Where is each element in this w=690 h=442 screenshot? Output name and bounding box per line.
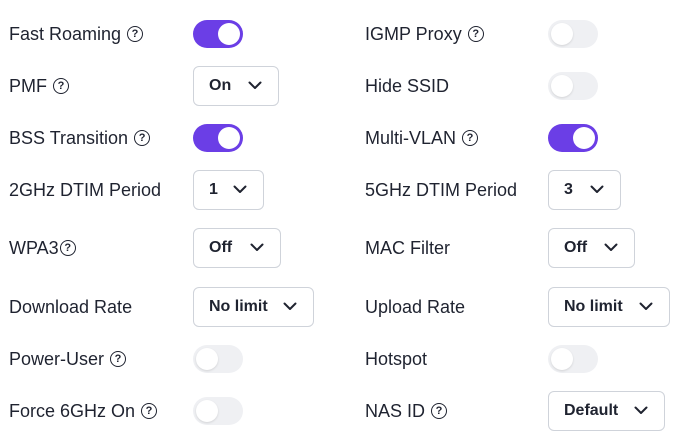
wpa3-label: WPA3 ? bbox=[9, 237, 76, 259]
nas-id-label: NAS ID ? bbox=[365, 400, 448, 422]
bss-transition-label: BSS Transition ? bbox=[9, 127, 151, 149]
power-user-label: Power-User ? bbox=[9, 348, 127, 370]
help-icon[interactable]: ? bbox=[467, 26, 484, 42]
multi-vlan-label: Multi-VLAN ? bbox=[365, 127, 479, 149]
help-icon[interactable]: ? bbox=[134, 130, 151, 146]
multi-vlan-toggle[interactable] bbox=[548, 124, 598, 152]
nas-id-select[interactable]: Default bbox=[548, 391, 665, 431]
upload-rate-select[interactable]: No limit bbox=[548, 287, 670, 327]
dtim-5ghz-label: 5GHz DTIM Period bbox=[365, 180, 518, 200]
chevron-down-icon bbox=[604, 243, 618, 251]
help-icon[interactable]: ? bbox=[53, 78, 69, 94]
help-icon[interactable]: ? bbox=[462, 130, 479, 146]
dtim-2ghz-select[interactable]: 1 bbox=[193, 170, 264, 210]
download-rate-select[interactable]: No limit bbox=[193, 287, 314, 327]
hotspot-label: Hotspot bbox=[365, 349, 428, 369]
chevron-down-icon bbox=[248, 81, 262, 89]
mac-filter-select[interactable]: Off bbox=[548, 228, 635, 268]
mac-filter-label: MAC Filter bbox=[365, 238, 450, 258]
hotspot-toggle[interactable] bbox=[548, 345, 598, 373]
chevron-down-icon bbox=[639, 302, 653, 310]
dtim-5ghz-select[interactable]: 3 bbox=[548, 170, 621, 210]
help-icon[interactable]: ? bbox=[141, 403, 158, 419]
fast-roaming-label: Fast Roaming ? bbox=[9, 23, 144, 45]
pmf-select[interactable]: On bbox=[193, 66, 279, 106]
help-icon[interactable]: ? bbox=[431, 403, 448, 419]
force-6ghz-toggle[interactable] bbox=[193, 397, 243, 425]
chevron-down-icon bbox=[283, 302, 297, 310]
igmp-proxy-toggle[interactable] bbox=[548, 20, 598, 48]
bss-transition-toggle[interactable] bbox=[193, 124, 243, 152]
hide-ssid-toggle[interactable] bbox=[548, 72, 598, 100]
pmf-label: PMF ? bbox=[9, 75, 69, 97]
help-icon[interactable]: ? bbox=[110, 351, 127, 367]
hide-ssid-label: Hide SSID bbox=[365, 76, 450, 96]
download-rate-label: Download Rate bbox=[9, 297, 133, 317]
chevron-down-icon bbox=[233, 185, 247, 193]
chevron-down-icon bbox=[250, 243, 264, 251]
upload-rate-label: Upload Rate bbox=[365, 297, 466, 317]
wpa3-select[interactable]: Off bbox=[193, 228, 281, 268]
force-6ghz-label: Force 6GHz On ? bbox=[9, 400, 158, 422]
fast-roaming-toggle[interactable] bbox=[193, 20, 243, 48]
chevron-down-icon bbox=[590, 185, 604, 193]
igmp-proxy-label: IGMP Proxy ? bbox=[365, 23, 484, 45]
power-user-toggle[interactable] bbox=[193, 345, 243, 373]
dtim-2ghz-label: 2GHz DTIM Period bbox=[9, 180, 162, 200]
help-icon[interactable]: ? bbox=[59, 240, 76, 256]
chevron-down-icon bbox=[634, 406, 648, 414]
help-icon[interactable]: ? bbox=[127, 26, 144, 42]
